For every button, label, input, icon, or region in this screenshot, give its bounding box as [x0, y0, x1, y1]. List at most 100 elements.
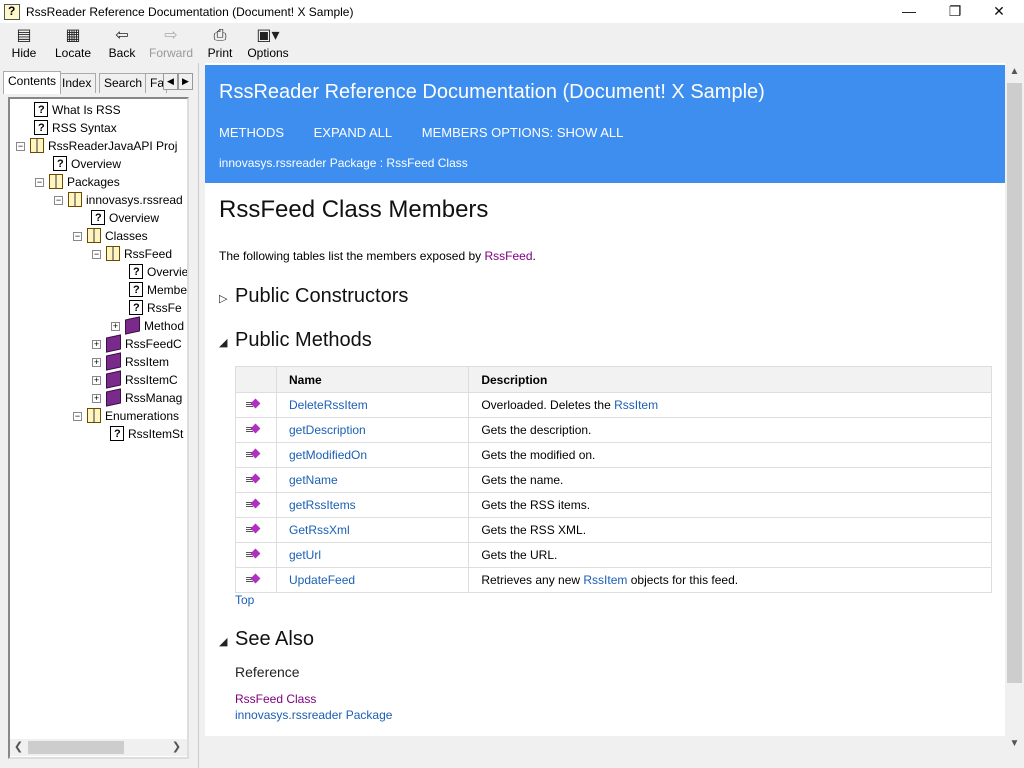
tab-scroll-right-button[interactable]: ▶ [178, 73, 193, 90]
tree-item[interactable]: RssFeedC [106, 334, 182, 353]
help-app-icon [4, 3, 20, 20]
content-bottom-margin [205, 736, 1005, 768]
expand-toggle[interactable]: + [92, 340, 101, 349]
closed-book-icon [106, 352, 121, 371]
nav-expand-all-link[interactable]: EXPAND ALL [314, 125, 393, 140]
tree-item[interactable]: RssItemC [106, 370, 178, 389]
collapse-toggle[interactable]: − [16, 142, 25, 151]
see-also-class-link[interactable]: RssFeed Class [235, 692, 316, 706]
expand-triangle-icon: ▷ [219, 293, 228, 305]
print-button[interactable]: ⎙ Print [204, 26, 236, 62]
contents-tree: What Is RSS RSS Syntax − RssReaderJavaAP… [8, 97, 189, 759]
tree-item[interactable]: Method [125, 316, 184, 335]
table-row: getName Gets the name. [235, 467, 992, 493]
tree-item[interactable]: Classes [87, 227, 148, 245]
tree-item[interactable]: Enumerations [87, 407, 179, 425]
collapse-triangle-icon: ◢ [219, 337, 228, 349]
help-page-icon [129, 281, 143, 299]
tree-item[interactable]: Packages [49, 173, 120, 191]
expand-toggle[interactable]: + [92, 358, 101, 367]
tree-item[interactable]: What Is RSS [34, 101, 121, 119]
scroll-up-arrow-icon[interactable]: ▲ [1005, 63, 1024, 81]
options-button[interactable]: ▣▾ Options [246, 26, 290, 62]
back-button[interactable]: ⇦ Back [104, 26, 140, 62]
section-public-methods[interactable]: ◢ Public Methods [219, 329, 372, 352]
nav-members-options-link[interactable]: MEMBERS OPTIONS: SHOW ALL [422, 125, 624, 140]
tree-item[interactable]: RSS Syntax [34, 119, 117, 137]
scroll-left-arrow-icon[interactable]: ❮ [10, 739, 27, 756]
minimize-button[interactable]: — [886, 0, 932, 23]
nav-methods-link[interactable]: METHODS [219, 125, 284, 140]
method-link[interactable]: getModifiedOn [289, 448, 367, 462]
table-header-row: Name Description [235, 366, 992, 393]
public-method-icon [246, 525, 260, 534]
pane-splitter[interactable] [198, 63, 205, 768]
forward-button[interactable]: ⇨ Forward [148, 26, 194, 62]
section-see-also[interactable]: ◢ See Also [219, 628, 314, 651]
content-vertical-scrollbar[interactable]: ▲ ▼ [1005, 63, 1024, 768]
expand-toggle[interactable]: + [92, 394, 101, 403]
locate-button[interactable]: ▦ Locate [52, 26, 94, 62]
tree-item[interactable]: RssItemSt [110, 425, 183, 443]
hide-button[interactable]: ▤ Hide [6, 26, 42, 62]
expand-toggle[interactable]: + [92, 376, 101, 385]
public-method-icon [246, 575, 260, 584]
tree-item[interactable]: RssItem [106, 352, 169, 371]
tab-contents[interactable]: Contents [3, 71, 62, 94]
section-public-constructors[interactable]: ▷ Public Constructors [219, 285, 408, 308]
open-book-icon [49, 174, 63, 190]
collapse-toggle[interactable]: − [73, 232, 82, 241]
banner-nav: METHODS EXPAND ALL MEMBERS OPTIONS: SHOW… [219, 125, 649, 140]
method-link[interactable]: getRssItems [289, 498, 356, 512]
method-link[interactable]: GetRssXml [289, 523, 350, 537]
tree-item[interactable]: Overvie [129, 263, 187, 281]
scrollbar-thumb[interactable] [28, 741, 124, 754]
tree-item[interactable]: Membe [129, 281, 187, 299]
method-link[interactable]: getName [289, 473, 338, 487]
tree-horizontal-scrollbar[interactable]: ❮ ❯ [10, 739, 187, 756]
tree-item[interactable]: innovasys.rssread [68, 191, 183, 209]
method-link[interactable]: DeleteRssItem [289, 398, 368, 412]
page-title: RssFeed Class Members [219, 196, 489, 223]
tree-item[interactable]: RssManag [106, 388, 182, 407]
method-link[interactable]: getDescription [289, 423, 366, 437]
tab-search[interactable]: Search [99, 73, 148, 93]
collapse-toggle[interactable]: − [92, 250, 101, 259]
rssfeed-link[interactable]: RssFeed [484, 249, 532, 263]
rssitem-link[interactable]: RssItem [614, 398, 658, 412]
tab-scroll-left-button[interactable]: ◀ [163, 73, 178, 90]
table-row: getDescription Gets the description. [235, 417, 992, 443]
see-also-package-link[interactable]: innovasys.rssreader Package [235, 708, 392, 722]
top-link[interactable]: Top [235, 593, 254, 607]
collapse-toggle[interactable]: − [54, 196, 63, 205]
scroll-right-arrow-icon[interactable]: ❯ [168, 739, 185, 756]
collapse-toggle[interactable]: − [35, 178, 44, 187]
collapse-toggle[interactable]: − [73, 412, 82, 421]
tree-item[interactable]: RssReaderJavaAPI Proj [30, 137, 177, 155]
scrollbar-thumb[interactable] [1007, 83, 1022, 683]
rssitem-link[interactable]: RssItem [583, 573, 627, 587]
tree-item[interactable]: Overview [91, 209, 159, 227]
scroll-down-arrow-icon[interactable]: ▼ [1005, 735, 1024, 753]
table-row: GetRssXml Gets the RSS XML. [235, 517, 992, 543]
locate-icon: ▦ [65, 27, 81, 44]
tree-item[interactable]: RssFeed [106, 245, 172, 263]
method-link[interactable]: getUrl [289, 548, 321, 562]
options-icon: ▣▾ [256, 27, 280, 44]
close-button[interactable]: ✕ [976, 0, 1022, 23]
help-page-icon [91, 209, 105, 227]
tree-item[interactable]: Overview [53, 155, 121, 173]
help-page-icon [110, 425, 124, 443]
maximize-button[interactable]: ❐ [932, 0, 978, 23]
open-book-icon [68, 192, 82, 208]
reference-label: Reference [235, 664, 300, 680]
tree-item[interactable]: RssFe [129, 299, 182, 317]
method-link[interactable]: UpdateFeed [289, 573, 355, 587]
tab-index[interactable]: Index [57, 73, 97, 93]
back-label: Back [108, 46, 136, 60]
expand-toggle[interactable]: + [111, 322, 120, 331]
print-label: Print [207, 46, 233, 60]
name-column-header: Name [275, 366, 470, 393]
description-column-header: Description [468, 366, 992, 393]
hide-pane-icon: ▤ [16, 27, 32, 44]
